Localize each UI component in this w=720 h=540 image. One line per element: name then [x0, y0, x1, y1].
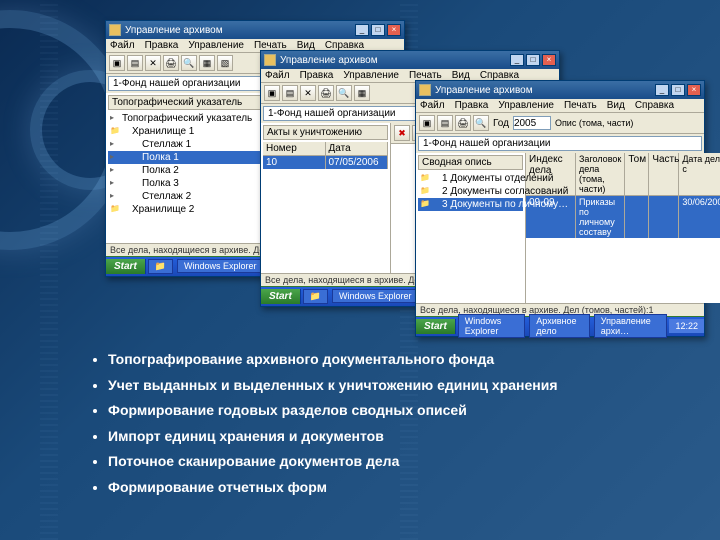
cell-part	[649, 196, 679, 238]
tree-item[interactable]: 2 Документы согласований	[418, 185, 523, 198]
toolbar-button[interactable]: ✕	[145, 55, 161, 71]
find-icon[interactable]: 🔍	[473, 115, 489, 131]
window-title: Управление архивом	[435, 85, 533, 96]
menubar: Файл Правка Управление Печать Вид Справк…	[416, 99, 704, 113]
maximize-button[interactable]: □	[371, 24, 385, 36]
menu-file[interactable]: Файл	[110, 40, 135, 51]
titlebar[interactable]: Управление архивом _ □ ×	[261, 51, 559, 69]
main-area: Индекс дела Заголовок дела (тома, части)…	[526, 153, 720, 303]
col-title[interactable]: Заголовок дела (тома, части)	[576, 153, 625, 195]
menu-edit[interactable]: Правка	[145, 40, 179, 51]
menu-edit[interactable]: Правка	[455, 100, 489, 111]
find-icon[interactable]: 🔍	[181, 55, 197, 71]
list-item: Топографирование архивного документально…	[108, 350, 650, 370]
sidebar-title: Акты к уничтожению	[263, 125, 388, 140]
minimize-button[interactable]: _	[355, 24, 369, 36]
toolbar-button[interactable]: ▣	[109, 55, 125, 71]
taskbar-task[interactable]: 📁	[148, 259, 173, 274]
sidebar: Сводная опись 1 Документы отделений 2 До…	[416, 153, 526, 303]
year-label: Год	[493, 118, 509, 129]
delete-icon[interactable]: ✖	[394, 125, 410, 141]
cell-tom	[625, 196, 649, 238]
menu-edit[interactable]: Правка	[300, 70, 334, 81]
cell-date: 07/05/2006	[326, 156, 389, 169]
list-item: Учет выданных и выделенных к уничтожению…	[108, 376, 650, 396]
menu-manage[interactable]: Управление	[343, 70, 399, 81]
app-icon	[264, 54, 276, 66]
titlebar[interactable]: Управление архивом _ □ ×	[106, 21, 404, 39]
menu-view[interactable]: Вид	[607, 100, 625, 111]
clock: 12:22	[669, 319, 704, 333]
sidebar: Акты к уничтожению Номер Дата 10 07/05/2…	[261, 123, 391, 273]
list-item: Формирование отчетных форм	[108, 478, 650, 498]
taskbar-task[interactable]: Windows Explorer	[332, 289, 419, 303]
window-title: Управление архивом	[280, 55, 378, 66]
toolbar-button[interactable]: ▧	[217, 55, 233, 71]
app-icon	[419, 84, 431, 96]
table-row[interactable]: 10 07/05/2006	[263, 156, 388, 169]
close-button[interactable]: ×	[387, 24, 401, 36]
breadcrumb: 1-Фонд нашей организации	[418, 136, 702, 151]
sidebar-title: Сводная опись	[418, 155, 523, 170]
start-button[interactable]: Start	[106, 259, 146, 274]
start-button[interactable]: Start	[416, 319, 456, 334]
titlebar[interactable]: Управление архивом _ □ ×	[416, 81, 704, 99]
taskbar-task[interactable]: Управление архи…	[594, 314, 668, 338]
taskbar-task[interactable]: Windows Explorer	[177, 259, 264, 273]
window-summary-inventory: Управление архивом _ □ × Файл Правка Упр…	[415, 80, 705, 337]
minimize-button[interactable]: _	[655, 84, 669, 96]
toolbar-button[interactable]: ▤	[437, 115, 453, 131]
menu-file[interactable]: Файл	[265, 70, 290, 81]
close-button[interactable]: ×	[542, 54, 556, 66]
toolbar-button[interactable]: ▦	[199, 55, 215, 71]
menu-manage[interactable]: Управление	[188, 40, 244, 51]
menu-manage[interactable]: Управление	[498, 100, 554, 111]
taskbar-task[interactable]: Архивное дело	[529, 314, 589, 338]
toolbar-button[interactable]: ▣	[419, 115, 435, 131]
find-icon[interactable]: 🔍	[336, 85, 352, 101]
cell-date: 30/06/2005	[679, 196, 720, 238]
opis-label: Опис (тома, части)	[555, 118, 633, 128]
taskbar: Start Windows Explorer Архивное дело Упр…	[416, 316, 704, 336]
minimize-button[interactable]: _	[510, 54, 524, 66]
taskbar-task[interactable]: 📁	[303, 289, 328, 304]
list-item: Формирование годовых разделов сводных оп…	[108, 401, 650, 421]
menu-print[interactable]: Печать	[564, 100, 597, 111]
list-item: Импорт единиц хранения и документов	[108, 427, 650, 447]
taskbar-task[interactable]: Windows Explorer	[458, 314, 525, 338]
menu-file[interactable]: Файл	[420, 100, 445, 111]
year-input[interactable]	[513, 116, 551, 130]
menu-help[interactable]: Справка	[635, 100, 674, 111]
toolbar-button[interactable]: ▦	[354, 85, 370, 101]
toolbar-button[interactable]: ✕	[300, 85, 316, 101]
app-icon	[109, 24, 121, 36]
toolbar-button[interactable]: 🖨	[318, 85, 334, 101]
start-button[interactable]: Start	[261, 289, 301, 304]
tree-item-selected[interactable]: 3 Документы по личному…	[418, 198, 523, 211]
toolbar: ▣ ▤ 🖨 🔍 Год Опис (тома, части)	[416, 113, 704, 134]
cell-title: Приказы по личному составу	[576, 196, 625, 238]
col-tom[interactable]: Том	[625, 153, 649, 195]
window-title: Управление архивом	[125, 25, 223, 36]
cell-number: 10	[263, 156, 326, 169]
toolbar-button[interactable]: 🖨	[455, 115, 471, 131]
tree-item[interactable]: 1 Документы отделений	[418, 172, 523, 185]
toolbar-button[interactable]: ▤	[127, 55, 143, 71]
list-item: Поточное сканирование документов дела	[108, 452, 650, 472]
feature-list: Топографирование архивного документально…	[90, 350, 650, 504]
toolbar-button[interactable]: ▤	[282, 85, 298, 101]
col-date[interactable]: Дата	[326, 142, 389, 155]
toolbar-button[interactable]: ▣	[264, 85, 280, 101]
maximize-button[interactable]: □	[526, 54, 540, 66]
toolbar-button[interactable]: 🖨	[163, 55, 179, 71]
close-button[interactable]: ×	[687, 84, 701, 96]
maximize-button[interactable]: □	[671, 84, 685, 96]
col-part[interactable]: Часть	[649, 153, 679, 195]
col-date[interactable]: Дата дела с	[679, 153, 720, 195]
col-number[interactable]: Номер	[263, 142, 326, 155]
